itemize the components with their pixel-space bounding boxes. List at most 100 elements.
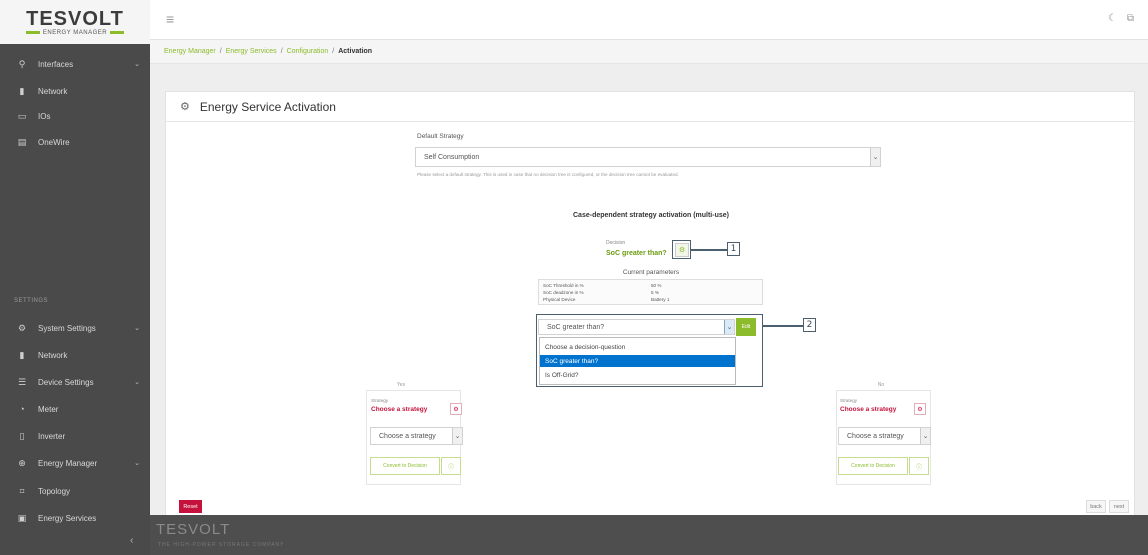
convert-to-decision-yes-button[interactable]: Convert to Decision — [370, 457, 440, 475]
strategy-caption: Strategy — [371, 398, 389, 403]
params-title: Current parameters — [622, 269, 680, 276]
collapse-sidebar-icon[interactable]: ‹ — [130, 535, 133, 546]
callout-line-2 — [763, 325, 803, 327]
sidebar-item-meter[interactable]: ◔ Meter — [0, 398, 150, 420]
chevron-down-icon: ⌄ — [870, 148, 880, 166]
reset-button[interactable]: Reset — [179, 500, 202, 513]
edit-strategy-yes-button[interactable]: ⚙ — [450, 403, 462, 415]
logo-subtitle: ENERGY MANAGER — [42, 29, 108, 36]
callout-badge-1: 1 — [727, 242, 740, 256]
footer-tagline: THE HIGH-POWER STORAGE COMPANY — [158, 542, 285, 548]
footer: TESVOLT THE HIGH-POWER STORAGE COMPANY — [150, 515, 1148, 555]
network-icon: ▮ — [19, 349, 25, 360]
energy-manager-icon: ⊕ — [18, 457, 26, 468]
sidebar-item-interfaces[interactable]: ⚲ Interfaces ⌄ — [0, 53, 150, 75]
io-icon: ▭ — [17, 110, 27, 121]
logo: TESVOLT ENERGY MANAGER — [0, 0, 150, 44]
strategy-value-no: Choose a strategy — [840, 406, 897, 413]
strategy-value-yes: Choose a strategy — [371, 406, 428, 413]
theme-icon[interactable]: ☾ — [1108, 13, 1117, 24]
convert-to-decision-no-button[interactable]: Convert to Decision — [838, 457, 908, 475]
edit-strategy-no-button[interactable]: ⚙ — [914, 403, 926, 415]
sidebar-item-label: Interfaces — [38, 59, 74, 69]
callout-frame-1 — [672, 240, 691, 259]
breadcrumb-activation: Activation — [338, 48, 373, 55]
sidebar-item-inverter[interactable]: ▯ Inverter — [0, 425, 150, 447]
callout-frame-2 — [536, 314, 763, 387]
sidebar-item-label: OneWire — [38, 137, 70, 147]
gear-icon: ⚙ — [180, 101, 190, 113]
chevron-down-icon: ⌄ — [134, 325, 140, 332]
info-icon[interactable]: ⓘ — [441, 457, 461, 475]
settings-section-label: SETTINGS — [14, 298, 49, 304]
callout-line-1 — [691, 249, 727, 251]
card-header: ⚙ Energy Service Activation — [166, 92, 1134, 122]
meter-icon: ◔ — [19, 404, 25, 414]
top-bar: ≡ ☾ ⧉ — [150, 0, 1148, 40]
param-value: 50 % — [651, 283, 662, 288]
language-icon[interactable]: ⧉ — [1127, 13, 1134, 24]
logo-text: TESVOLT — [26, 7, 124, 30]
footer-logo: TESVOLT — [156, 521, 231, 538]
sidebar: TESVOLT ENERGY MANAGER ⚲ Interfaces ⌄ ▮ … — [0, 0, 150, 555]
sidebar-item-device-settings[interactable]: ☰ Device Settings ⌄ — [0, 371, 150, 393]
menu-icon[interactable]: ≡ — [166, 11, 174, 27]
param-key: SoC deadzone in % — [543, 290, 584, 295]
sidebar-item-topology[interactable]: ⌗ Topology — [0, 480, 150, 502]
next-button[interactable]: next — [1109, 500, 1129, 513]
sidebar-item-settings-network[interactable]: ▮ Network — [0, 344, 150, 366]
logo-sub: ENERGY MANAGER — [25, 29, 125, 36]
breadcrumb-energy-manager[interactable]: Energy Manager — [164, 48, 216, 55]
breadcrumb-energy-services[interactable]: Energy Services — [226, 48, 277, 55]
strategy-caption: Strategy — [840, 398, 858, 403]
sidebar-item-label: Energy Manager — [38, 458, 98, 468]
sidebar-item-label: Network — [38, 86, 68, 96]
param-value: 5 % — [651, 290, 659, 295]
sidebar-item-energy-services[interactable]: ▣ Energy Services — [0, 507, 150, 529]
breadcrumb-separator: / — [219, 48, 222, 55]
sidebar-item-energy-manager[interactable]: ⊕ Energy Manager ⌄ — [0, 452, 150, 474]
strategy-select-no[interactable]: Choose a strategy ⌄ — [838, 427, 931, 445]
branch-label-no: No — [877, 382, 885, 388]
strategy-select-value: Choose a strategy — [847, 432, 904, 440]
chevron-down-icon: ⌄ — [920, 428, 930, 444]
sidebar-item-label: Device Settings — [38, 377, 94, 387]
energy-services-icon: ▣ — [17, 512, 27, 523]
sidebar-item-ios[interactable]: ▭ IOs — [0, 105, 150, 127]
strategy-select-value: Choose a strategy — [379, 432, 436, 440]
sidebar-item-label: Meter — [38, 404, 59, 414]
onewire-icon: ▤ — [17, 136, 27, 147]
sliders-icon: ☰ — [17, 376, 27, 387]
sidebar-item-label: Energy Services — [38, 513, 97, 523]
energy-service-activation-card: ⚙ Energy Service Activation Default Stra… — [165, 91, 1135, 516]
sidebar-item-onewire[interactable]: ▤ OneWire — [0, 131, 150, 153]
default-strategy-hint: Please select a default strategy. This i… — [417, 172, 679, 177]
sidebar-item-system-settings[interactable]: ⚙ System Settings ⌄ — [0, 317, 150, 339]
sidebar-item-label: Inverter — [38, 431, 66, 441]
default-strategy-select[interactable]: Self Consumption ⌄ — [415, 147, 881, 167]
chevron-down-icon: ⌄ — [452, 428, 462, 444]
params-table: SoC Threshold in % 50 % SoC deadzone in … — [538, 279, 763, 305]
plug-icon: ⚲ — [18, 58, 26, 69]
breadcrumb-configuration[interactable]: Configuration — [287, 48, 329, 55]
strategy-select-yes[interactable]: Choose a strategy ⌄ — [370, 427, 463, 445]
params-row: Physical Device Battery 1 — [539, 296, 762, 303]
breadcrumb: Energy Manager / Energy Services / Confi… — [150, 40, 1148, 64]
param-value: Battery 1 — [651, 297, 670, 302]
params-row: SoC deadzone in % 5 % — [539, 289, 762, 296]
sidebar-item-label: IOs — [38, 111, 51, 121]
section-title: Case-dependent strategy activation (mult… — [573, 212, 729, 219]
inverter-icon: ▯ — [19, 430, 25, 441]
chevron-down-icon: ⌄ — [134, 61, 140, 68]
gear-icon: ⚙ — [453, 406, 459, 413]
sidebar-item-label: Network — [38, 350, 68, 360]
back-button[interactable]: back — [1086, 500, 1106, 513]
info-icon[interactable]: ⓘ — [909, 457, 929, 475]
callout-badge-2: 2 — [803, 318, 816, 332]
sidebar-item-network[interactable]: ▮ Network — [0, 80, 150, 102]
decision-value: SoC greater than? — [606, 250, 667, 257]
breadcrumb-separator: / — [332, 48, 335, 55]
param-key: Physical Device — [543, 297, 576, 302]
param-key: SoC Threshold in % — [543, 283, 584, 288]
chevron-down-icon: ⌄ — [134, 379, 140, 386]
